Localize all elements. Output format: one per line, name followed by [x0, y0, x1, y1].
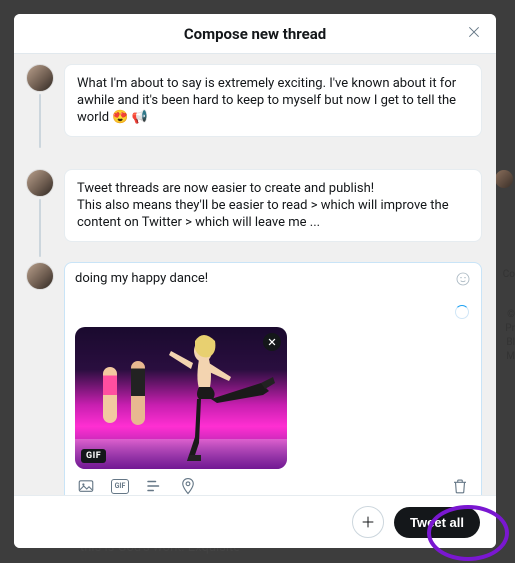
gif-icon: GIF [111, 479, 129, 494]
add-image-button[interactable] [77, 477, 95, 495]
background-side-text: © [507, 308, 515, 322]
avatar [26, 64, 54, 92]
remove-gif-button[interactable] [263, 333, 281, 351]
avatar [26, 262, 54, 290]
tweet-text: Tweet threads are now easier to create a… [77, 181, 449, 230]
gif-image [75, 327, 287, 469]
background-side-text: M [506, 350, 515, 364]
modal-footer: Tweet all [14, 495, 496, 548]
gif-badge: GIF [81, 449, 106, 463]
close-icon [267, 337, 277, 347]
thread-line [39, 199, 41, 257]
close-button[interactable] [466, 24, 486, 44]
thread-item: Tweet threads are now easier to create a… [26, 169, 482, 242]
composer-input[interactable]: doing my happy dance! [75, 271, 455, 303]
plus-icon [360, 514, 376, 530]
thread-line [39, 94, 41, 148]
location-icon [179, 477, 197, 495]
delete-tweet-button[interactable] [451, 477, 469, 495]
tweet-all-button[interactable]: Tweet all [394, 507, 480, 538]
modal-header: Compose new thread [14, 14, 496, 54]
emoji-button[interactable] [455, 271, 471, 287]
smile-icon [455, 271, 471, 287]
add-poll-button[interactable] [145, 477, 163, 495]
compose-modal: Compose new thread What I'm about to say… [14, 14, 496, 548]
poll-icon [145, 477, 163, 495]
thread-item: What I'm about to say is extremely excit… [26, 64, 482, 137]
tweet-bubble[interactable]: What I'm about to say is extremely excit… [64, 64, 482, 137]
add-location-button[interactable] [179, 477, 197, 495]
composer-toolbar: GIF [75, 469, 471, 495]
add-gif-button[interactable]: GIF [111, 477, 129, 495]
dancer-figure [165, 333, 275, 463]
background-avatar [495, 170, 513, 188]
close-icon [466, 24, 482, 40]
trash-icon [451, 477, 469, 495]
loading-spinner [455, 305, 469, 319]
tweet-text: What I'm about to say is extremely excit… [77, 76, 456, 125]
background-side-text: Pr [505, 322, 515, 336]
composer-card: doing my happy dance! [64, 262, 482, 495]
background-side-text: Co [503, 268, 515, 282]
image-icon [77, 477, 95, 495]
tweet-bubble[interactable]: Tweet threads are now easier to create a… [64, 169, 482, 242]
modal-title: Compose new thread [184, 25, 326, 43]
background-side-text: Bl [506, 336, 515, 350]
composer-row: doing my happy dance! [26, 262, 482, 495]
avatar [26, 169, 54, 197]
gif-attachment: GIF [75, 327, 287, 469]
modal-body: What I'm about to say is extremely excit… [14, 54, 496, 495]
add-tweet-button[interactable] [352, 506, 384, 538]
